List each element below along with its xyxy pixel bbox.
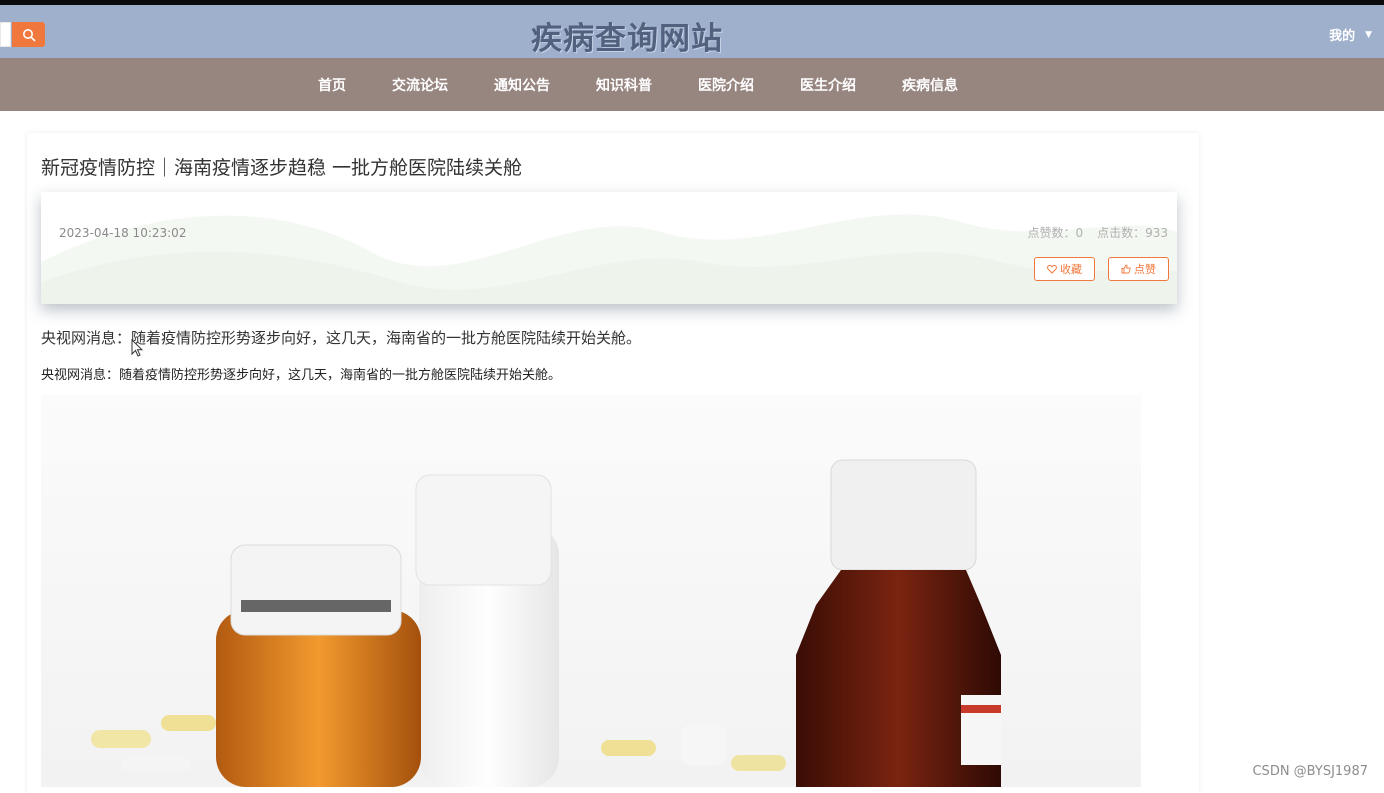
site-header: 疾病查询网站 我的 ▼ xyxy=(0,5,1384,58)
wave-background xyxy=(41,214,1177,304)
nav-item-disease[interactable]: 疾病信息 xyxy=(902,75,958,95)
mine-menu[interactable]: 我的 ▼ xyxy=(1329,25,1372,44)
nav-item-hospital[interactable]: 医院介绍 xyxy=(698,75,754,95)
like-label: 点赞 xyxy=(1134,263,1156,276)
collect-button[interactable]: 收藏 xyxy=(1034,257,1095,281)
main-nav: 首页 交流论坛 通知公告 知识科普 医院介绍 医生介绍 疾病信息 xyxy=(0,58,1384,111)
thumb-up-icon xyxy=(1121,264,1131,274)
site-title: 疾病查询网站 xyxy=(531,21,723,57)
like-button[interactable]: 点赞 xyxy=(1108,257,1169,281)
click-count: 点击数：933 xyxy=(1097,226,1168,240)
heart-icon xyxy=(1047,264,1057,274)
article-date: 2023-04-18 10:23:02 xyxy=(59,226,187,240)
article-meta-box: 2023-04-18 10:23:02 点赞数：0 点击数：933 收藏 点赞 xyxy=(41,192,1177,304)
article-content: 央视网消息：随着疫情防控形势逐步向好，这几天，海南省的一批方舱医院陆续开始关舱。 xyxy=(41,368,562,383)
nav-item-home[interactable]: 首页 xyxy=(318,75,346,95)
nav-item-doctor[interactable]: 医生介绍 xyxy=(800,75,856,95)
mine-label: 我的 xyxy=(1329,29,1356,44)
medicine-bottles-illustration xyxy=(41,395,1141,787)
article-stats: 点赞数：0 点击数：933 xyxy=(1021,224,1168,241)
nav-item-notice[interactable]: 通知公告 xyxy=(494,75,550,95)
article-title: 新冠疫情防控｜海南疫情逐步趋稳 一批方舱医院陆续关舱 xyxy=(41,157,523,179)
nav-item-forum[interactable]: 交流论坛 xyxy=(392,75,448,95)
caret-down-icon: ▼ xyxy=(1365,29,1372,40)
watermark: CSDN @BYSJ1987 xyxy=(1252,764,1368,779)
article-image xyxy=(41,395,1141,787)
nav-item-knowledge[interactable]: 知识科普 xyxy=(596,75,652,95)
mouse-cursor xyxy=(131,338,144,361)
collect-label: 收藏 xyxy=(1060,263,1082,276)
like-count: 点赞数：0 xyxy=(1027,226,1084,240)
